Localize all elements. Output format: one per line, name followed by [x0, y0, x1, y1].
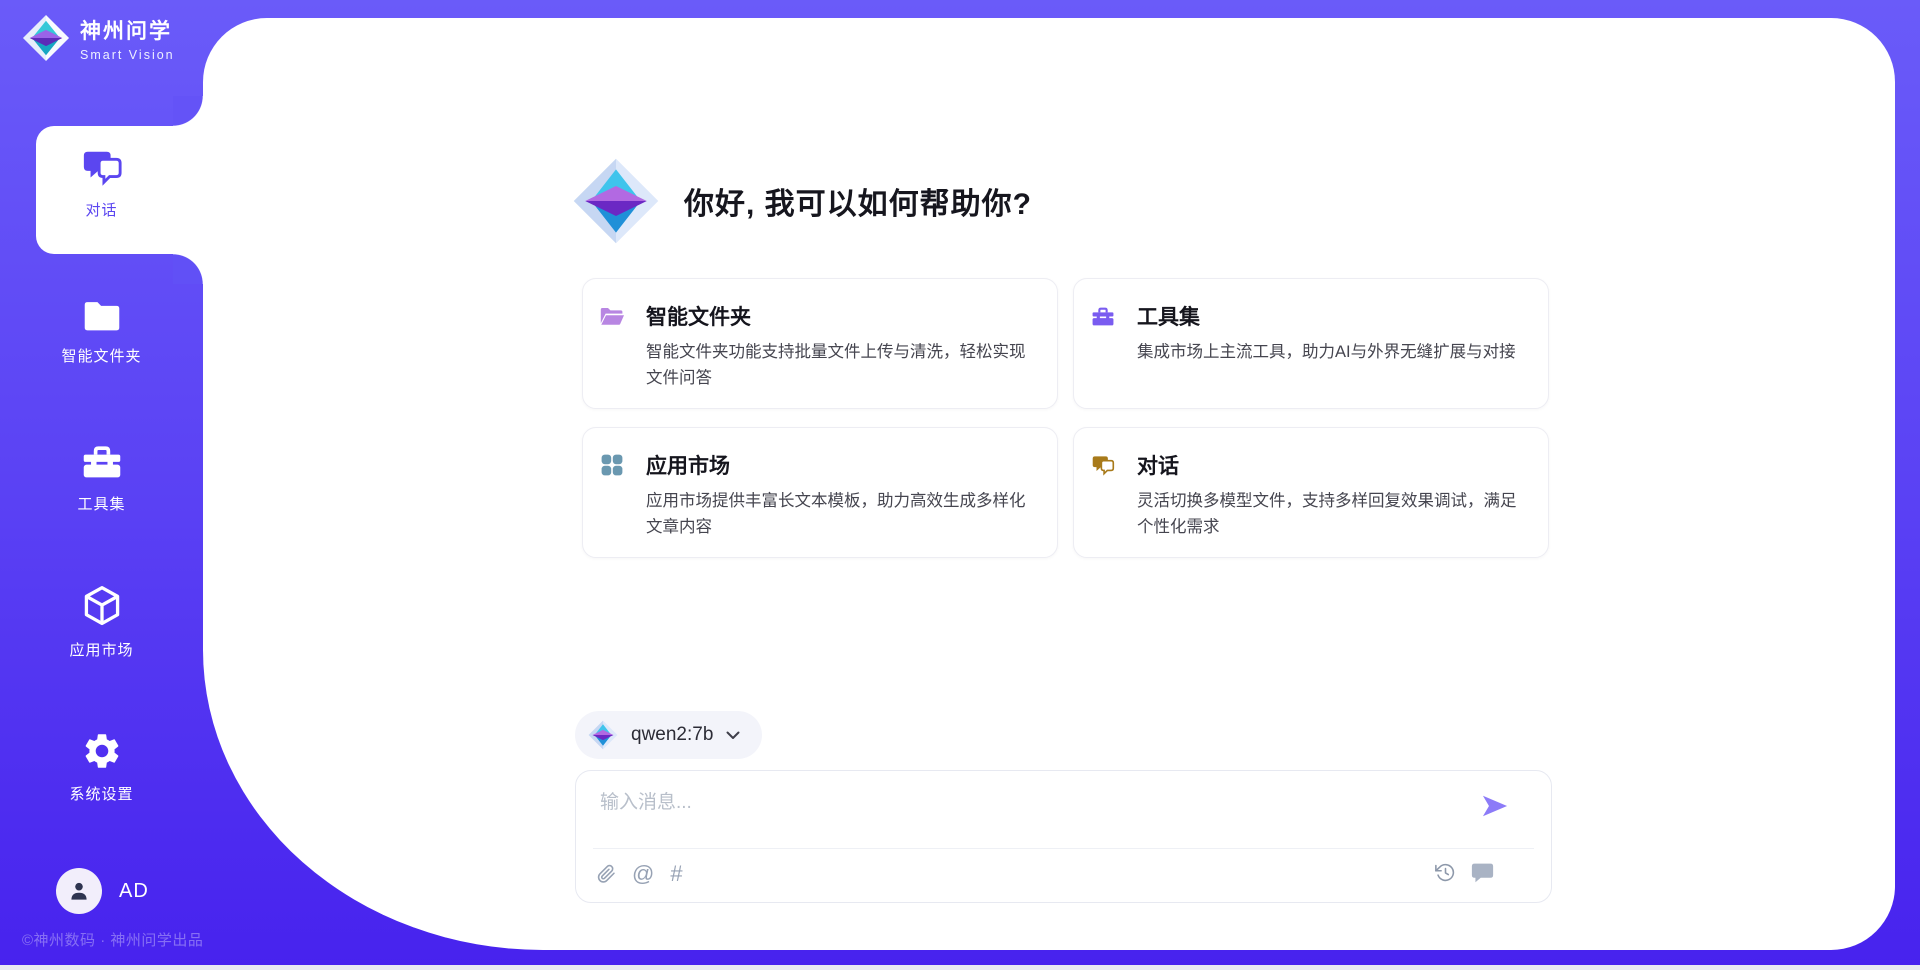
attach-button[interactable]	[597, 863, 616, 885]
gear-icon	[80, 730, 124, 772]
brand-text: 神州问学 Smart Vision	[80, 15, 175, 62]
diamond-gem-icon	[588, 719, 618, 751]
chat-bubbles-icon	[79, 146, 125, 188]
composer-tools: @ #	[597, 861, 683, 887]
notch-curve-bottom	[173, 254, 203, 284]
notch-curve-top	[173, 96, 203, 126]
brand-name: 神州问学	[80, 15, 175, 45]
card-smart-folder[interactable]: 智能文件夹 智能文件夹功能支持批量文件上传与清洗，轻松实现文件问答	[582, 278, 1058, 409]
chat-bubble-icon	[1470, 861, 1495, 884]
avatar	[56, 868, 102, 914]
send-icon	[1480, 793, 1510, 819]
model-selector[interactable]: qwen2:7b	[575, 711, 762, 759]
sidebar-item-chat[interactable]: 对话	[0, 146, 203, 220]
sidebar-footer: ©神州数码 · 神州问学出品	[22, 929, 203, 950]
card-title: 智能文件夹	[646, 301, 751, 331]
card-app-market[interactable]: 应用市场 应用市场提供丰富长文本模板，助力高效生成多样化文章内容	[582, 427, 1058, 558]
card-title: 工具集	[1137, 301, 1200, 331]
cube-icon	[79, 584, 125, 626]
brand-logo-block: 神州问学 Smart Vision	[22, 12, 175, 64]
diamond-gem-icon	[572, 155, 660, 247]
chevron-down-icon	[726, 731, 740, 740]
greeting: 你好, 我可以如何帮助你?	[572, 155, 1032, 247]
toolbox-icon	[1090, 304, 1116, 328]
person-icon	[66, 878, 92, 904]
mention-button[interactable]: @	[632, 861, 654, 887]
send-button[interactable]	[1479, 792, 1511, 822]
card-title: 应用市场	[646, 450, 730, 480]
card-description: 智能文件夹功能支持批量文件上传与清洗，轻松实现文件问答	[646, 339, 1033, 391]
history-icon	[1435, 862, 1456, 883]
toolbox-icon	[79, 440, 125, 482]
page-bottom-strip	[0, 965, 1920, 970]
message-input[interactable]	[600, 787, 1470, 839]
user-name: AD	[119, 880, 149, 903]
composer-divider	[593, 848, 1534, 849]
greeting-text: 你好, 我可以如何帮助你?	[684, 179, 1032, 223]
card-description: 灵活切换多模型文件，支持多样回复效果调试，满足个性化需求	[1137, 488, 1524, 540]
sidebar-item-label: 对话	[0, 199, 203, 220]
sidebar-item-settings[interactable]: 系统设置	[0, 730, 203, 804]
paperclip-icon	[597, 863, 616, 885]
folder-icon	[79, 294, 125, 336]
diamond-gem-icon	[22, 12, 70, 64]
sidebar-item-label: 智能文件夹	[0, 345, 203, 366]
card-title: 对话	[1137, 450, 1179, 480]
hashtag-icon: #	[670, 861, 682, 886]
card-description: 应用市场提供丰富长文本模板，助力高效生成多样化文章内容	[646, 488, 1033, 540]
sidebar-item-smart-folder[interactable]: 智能文件夹	[0, 294, 203, 366]
card-description: 集成市场上主流工具，助力AI与外界无缝扩展与对接	[1137, 339, 1524, 365]
open-folder-icon	[599, 304, 625, 328]
app-grid-icon	[599, 453, 625, 477]
sidebar-item-app-market[interactable]: 应用市场	[0, 584, 203, 660]
model-name: qwen2:7b	[631, 724, 713, 746]
sidebar-item-label: 工具集	[0, 493, 203, 514]
card-chat[interactable]: 对话 灵活切换多模型文件，支持多样回复效果调试，满足个性化需求	[1073, 427, 1549, 558]
mention-icon: @	[632, 861, 654, 886]
sidebar-item-label: 系统设置	[0, 783, 203, 804]
feature-cards: 智能文件夹 智能文件夹功能支持批量文件上传与清洗，轻松实现文件问答 工具集 集成…	[582, 278, 1549, 558]
composer-right-tools	[1435, 861, 1495, 884]
history-button[interactable]	[1435, 862, 1456, 883]
sidebar-item-toolset[interactable]: 工具集	[0, 440, 203, 514]
sidebar-item-label: 应用市场	[0, 639, 203, 660]
chat-bubble-button[interactable]	[1470, 861, 1495, 884]
brand-subtitle: Smart Vision	[80, 48, 175, 62]
user-account[interactable]: AD	[56, 868, 149, 914]
chat-bubbles-icon	[1090, 453, 1116, 477]
hashtag-button[interactable]: #	[670, 861, 682, 887]
message-composer: @ #	[575, 770, 1552, 903]
card-toolset[interactable]: 工具集 集成市场上主流工具，助力AI与外界无缝扩展与对接	[1073, 278, 1549, 409]
